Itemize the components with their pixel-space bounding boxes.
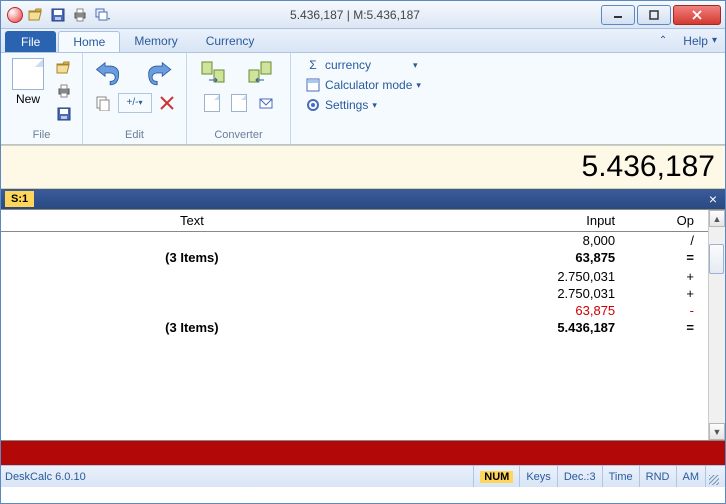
menubar: File Home Memory Currency ⌃ Help ▾ — [1, 29, 725, 53]
group-converter: Converter — [187, 53, 291, 144]
status-dec[interactable]: Dec.:3 — [557, 466, 602, 487]
currency-dropdown[interactable]: Σ currency ▾ — [301, 55, 422, 75]
tab-home[interactable]: Home — [58, 31, 120, 52]
group-settings: Σ currency ▾ Calculator mode ▾ Settings … — [291, 53, 431, 144]
new-doc-icon — [12, 58, 44, 90]
open-icon[interactable] — [27, 6, 45, 24]
save-icon[interactable] — [49, 6, 67, 24]
tape-row[interactable]: 2.750,031+ — [1, 268, 708, 285]
print-button[interactable] — [52, 81, 76, 101]
red-bar — [1, 441, 725, 465]
col-header-input: Input — [383, 210, 623, 232]
app-window: 5.436,187 | M:5.436,187 File Home Memory… — [0, 0, 726, 504]
calculator-mode-dropdown[interactable]: Calculator mode ▾ — [301, 75, 425, 95]
col-header-op: Op — [623, 210, 708, 232]
scroll-thumb[interactable] — [709, 244, 724, 274]
collapse-ribbon[interactable]: ⌃ — [651, 29, 675, 52]
tape-area: Text Input Op 8,000/(3 Items)63,875= 2.75… — [1, 209, 725, 441]
new-button[interactable]: New — [7, 58, 49, 106]
status-keys[interactable]: Keys — [519, 466, 556, 487]
converter-misc-1[interactable] — [200, 93, 224, 113]
tape: Text Input Op 8,000/(3 Items)63,875= 2.75… — [1, 210, 708, 440]
tab-memory[interactable]: Memory — [120, 29, 191, 52]
strip-titlebar: S:1 × — [1, 189, 725, 209]
group-edit: +/- ▾ Edit — [83, 53, 187, 144]
converter-misc-3[interactable] — [254, 93, 278, 113]
scroll-up-button[interactable]: ▲ — [709, 210, 725, 227]
status-time[interactable]: Time — [602, 466, 639, 487]
redo-button[interactable] — [138, 58, 178, 90]
minimize-button[interactable] — [601, 5, 635, 25]
app-icon — [7, 7, 23, 23]
close-button[interactable] — [673, 5, 721, 25]
plusminus-button[interactable]: +/- ▾ — [118, 93, 152, 113]
resize-grip[interactable] — [705, 466, 721, 487]
titlebar: 5.436,187 | M:5.436,187 — [1, 1, 725, 29]
tab-currency[interactable]: Currency — [192, 29, 269, 52]
window-title: 5.436,187 | M:5.436,187 — [111, 8, 599, 22]
calculator-icon — [305, 77, 321, 93]
calculator-display: 5.436,187 — [1, 145, 725, 189]
undo-button[interactable] — [91, 58, 131, 90]
tape-row[interactable]: 2.750,031+ — [1, 285, 708, 302]
vertical-scrollbar[interactable]: ▲ ▼ — [708, 210, 725, 440]
gear-icon — [305, 97, 321, 113]
group-file: New File — [1, 53, 83, 144]
converter-fwd-button[interactable] — [195, 58, 235, 90]
status-rnd[interactable]: RND — [639, 466, 676, 487]
settings-dropdown[interactable]: Settings ▾ — [301, 95, 381, 115]
converter-misc-2[interactable] — [227, 93, 251, 113]
tape-row[interactable]: (3 Items)63,875= — [1, 249, 708, 266]
strip-close-button[interactable]: × — [705, 191, 721, 207]
strip-tab[interactable]: S:1 — [5, 191, 34, 207]
help-menu[interactable]: Help ▾ — [675, 29, 725, 52]
open-button[interactable] — [52, 58, 76, 78]
col-header-text: Text — [1, 210, 383, 232]
print-icon[interactable] — [71, 6, 89, 24]
tape-row[interactable]: 63,875- — [1, 302, 708, 319]
converter-rev-button[interactable] — [242, 58, 282, 90]
statusbar: DeskCalc 6.0.10 NUM Keys Dec.:3 Time RND… — [1, 465, 725, 487]
tape-row[interactable]: 8,000/ — [1, 232, 708, 250]
windows-dropdown[interactable] — [93, 6, 111, 24]
copy-button[interactable] — [91, 93, 115, 113]
delete-button[interactable] — [155, 93, 179, 113]
status-num[interactable]: NUM — [473, 466, 519, 487]
ribbon: New File +/- ▾ Edit — [1, 53, 725, 145]
product-label: DeskCalc 6.0.10 — [5, 471, 473, 483]
tape-row[interactable]: (3 Items)5.436,187= — [1, 319, 708, 336]
maximize-button[interactable] — [637, 5, 671, 25]
scroll-down-button[interactable]: ▼ — [709, 423, 725, 440]
sigma-icon: Σ — [305, 57, 321, 73]
status-am[interactable]: AM — [676, 466, 706, 487]
save-button[interactable] — [52, 104, 76, 124]
file-menu[interactable]: File — [5, 31, 56, 52]
